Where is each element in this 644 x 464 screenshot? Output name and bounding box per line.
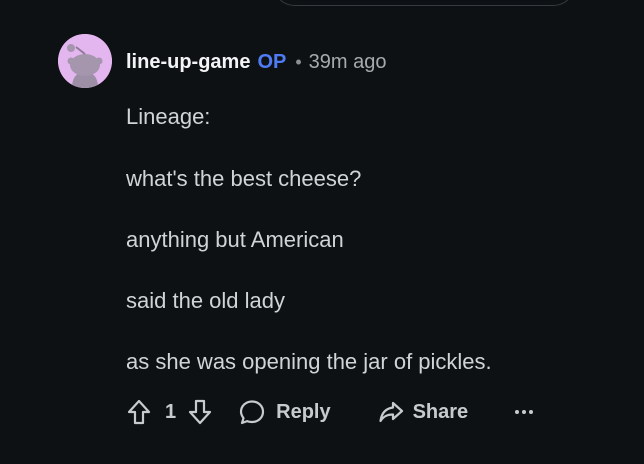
avatar[interactable]	[58, 34, 112, 88]
reply-button[interactable]: Reply	[238, 398, 331, 426]
share-label: Share	[412, 400, 469, 423]
comment-line: said the old lady	[126, 288, 285, 313]
op-badge: OP	[257, 50, 287, 73]
reply-label: Reply	[276, 400, 331, 423]
comment-actions: 1 Reply Share	[125, 396, 534, 428]
comment-header: line-up-game OP • 39m ago	[126, 49, 387, 75]
top-input-pill[interactable]	[272, 0, 576, 6]
share-button[interactable]: Share	[377, 398, 469, 426]
comment-line: what's the best cheese?	[126, 166, 362, 191]
more-options-button[interactable]	[514, 408, 534, 416]
snoo-avatar-icon	[58, 34, 112, 88]
comment-line: as she was opening the jar of pickles.	[126, 349, 492, 374]
upvote-arrow-icon[interactable]	[125, 398, 153, 426]
downvote-arrow-icon[interactable]	[186, 398, 214, 426]
ellipsis-icon	[514, 408, 534, 416]
timestamp[interactable]: 39m ago	[309, 51, 387, 74]
speech-bubble-icon	[238, 398, 266, 426]
share-arrow-icon	[377, 398, 405, 426]
comment-line: Lineage:	[126, 104, 211, 129]
separator-dot: •	[295, 51, 302, 72]
comment-line: anything but American	[126, 227, 344, 252]
vote-count: 1	[165, 400, 177, 423]
username[interactable]: line-up-game	[126, 51, 250, 74]
